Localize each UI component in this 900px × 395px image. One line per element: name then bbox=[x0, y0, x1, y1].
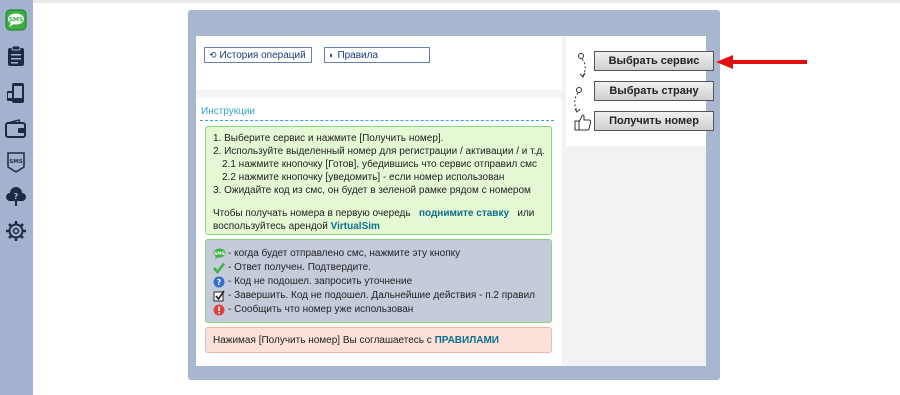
checkbox-done-icon bbox=[212, 289, 226, 302]
step-2: 2. Используйте выделенный номер для реги… bbox=[213, 146, 545, 157]
instructions-divider bbox=[200, 120, 554, 121]
legend-item-4: - Завершить. Код не подошел. Дальнейшие … bbox=[228, 290, 535, 301]
agreement-text: Нажимая [Получить номер] Вы соглашаетесь… bbox=[213, 335, 499, 346]
top-border bbox=[0, 0, 900, 3]
agreement-box: Нажимая [Получить номер] Вы соглашаетесь… bbox=[205, 327, 552, 353]
red-arrow-icon bbox=[716, 55, 807, 69]
shield-icon: ◐ bbox=[329, 50, 335, 60]
legend-item-3: - Код не подошел. запросить уточнение bbox=[228, 276, 413, 287]
legend-item-2: - Ответ получен. Подтвердите. bbox=[228, 262, 371, 273]
tabs-bar: ⟲ История операций ◐ Правила bbox=[196, 36, 562, 90]
phone-icon[interactable] bbox=[5, 82, 27, 104]
raise-bid-link[interactable]: поднимите ставку bbox=[419, 208, 509, 219]
rules-link[interactable]: ПРАВИЛАМИ bbox=[435, 335, 499, 346]
panel-content: ⟲ История операций ◐ Правила Инструкции 1.… bbox=[196, 36, 714, 366]
tab-history-label: История операций bbox=[219, 49, 306, 61]
step-3: 3. Ожидайте код из смс, он будет в зелен… bbox=[213, 185, 531, 196]
sms-app-label: SMS bbox=[9, 17, 24, 24]
wallet-icon[interactable] bbox=[5, 118, 27, 140]
legend-box: SMS - когда будет отправлено смс, нажмит… bbox=[205, 239, 552, 323]
tab-history[interactable]: ⟲ История операций bbox=[204, 47, 312, 63]
svg-text:SMS: SMS bbox=[214, 250, 225, 256]
svg-text:?: ? bbox=[14, 192, 19, 201]
svg-text:?: ? bbox=[217, 278, 222, 287]
tab-rules-label: Правила bbox=[337, 49, 379, 61]
legend-item-5: - Сообщить что номер уже использован bbox=[228, 304, 414, 315]
instructions-box: 1. Выберите сервис и нажмите [Получить н… bbox=[205, 126, 552, 235]
history-icon: ⟲ bbox=[209, 49, 217, 60]
sms-badge-label: SMS bbox=[9, 159, 22, 165]
step-1: 1. Выберите сервис и нажмите [Получить н… bbox=[213, 133, 444, 144]
gear-icon[interactable] bbox=[5, 220, 27, 242]
question-icon: ? bbox=[212, 275, 226, 288]
step-2-2: 2.2 нажмите кнопочку [уведомить] - если … bbox=[222, 172, 505, 183]
virtualsim-link[interactable]: VirtualSim bbox=[331, 221, 380, 232]
thumbs-up-icon bbox=[574, 113, 592, 134]
priority-line-2: воспользуйтесь арендой VirtualSim bbox=[213, 221, 380, 232]
select-country-button[interactable]: Выбрать страну bbox=[594, 81, 714, 101]
tab-rules[interactable]: ◐ Правила bbox=[324, 47, 430, 63]
get-number-button[interactable]: Получить номер bbox=[594, 111, 714, 131]
sms-app-icon[interactable]: SMS bbox=[5, 9, 27, 31]
checkmark-icon bbox=[212, 261, 226, 274]
priority-text-2: воспользуйтесь арендой bbox=[213, 221, 328, 232]
priority-line-1: Чтобы получать номера в первую очередь п… bbox=[213, 208, 534, 219]
sidebar: SMS SMS ? bbox=[0, 0, 33, 395]
sms-sent-icon: SMS bbox=[212, 247, 226, 260]
priority-text-1: Чтобы получать номера в первую очередь bbox=[213, 208, 411, 219]
right-column: Выбрать сервис Выбрать страну Получить н… bbox=[566, 36, 714, 146]
sms-badge-icon[interactable]: SMS bbox=[5, 151, 27, 173]
legend-item-1: - когда будет отправлено смс, нажмите эт… bbox=[228, 248, 461, 259]
step-2-1: 2.1 нажмите кнопочку [Готов], убедившись… bbox=[222, 159, 538, 170]
left-column: ⟲ История операций ◐ Правила Инструкции 1.… bbox=[196, 36, 562, 366]
agreement-label: Нажимая [Получить номер] Вы соглашаетесь… bbox=[213, 335, 432, 346]
priority-or: или bbox=[517, 208, 535, 219]
alert-icon bbox=[212, 303, 226, 316]
select-service-button[interactable]: Выбрать сервис bbox=[594, 51, 714, 71]
clipboard-icon[interactable] bbox=[5, 45, 27, 67]
instructions-title: Инструкции bbox=[201, 106, 256, 117]
help-cloud-icon[interactable]: ? bbox=[5, 186, 27, 208]
